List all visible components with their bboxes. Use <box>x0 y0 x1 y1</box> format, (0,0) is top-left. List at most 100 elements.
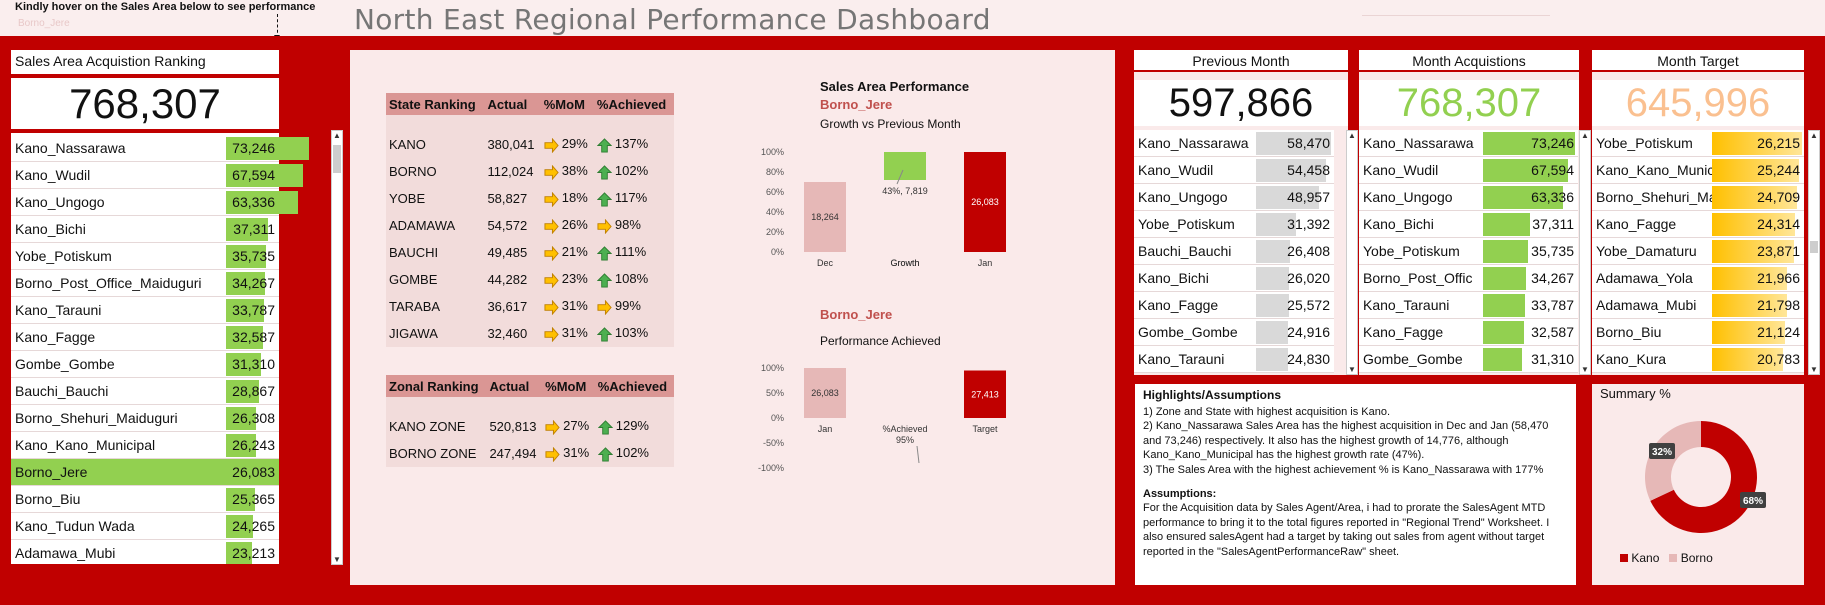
item-bar <box>1483 213 1530 236</box>
arrow-up-icon <box>596 164 612 180</box>
cell-value: 31% <box>563 445 590 461</box>
list-item[interactable]: Kano_Tarauni 24,830 <box>1134 346 1334 373</box>
table-row[interactable]: TARABA 36,617 31% 99% <box>386 293 674 320</box>
item-value: 31,310 <box>1531 351 1574 367</box>
ranking-scrollbar[interactable]: ▲ ▼ <box>331 130 343 565</box>
list-item[interactable]: Adamawa_Yola 21,966 <box>1592 265 1804 292</box>
scroll-down-icon[interactable]: ▼ <box>1580 365 1590 374</box>
data-label: 27,413 <box>971 389 999 399</box>
summary-donut[interactable]: 68% 32% <box>1636 412 1766 542</box>
growth-chart[interactable]: 100% 80% 60% 40% 20% 0% 18,264 Dec 43%, 7,819 Gro… <box>750 130 1050 330</box>
highlights-box: Highlights/Assumptions 1) Zone and State… <box>1135 384 1576 585</box>
list-item[interactable]: Adamawa_Mubi 23,213 <box>11 540 279 567</box>
arrow-right-icon <box>544 326 559 342</box>
list-item[interactable]: Gombe_Gombe 31,310 <box>1359 346 1578 373</box>
table-row[interactable]: KANO ZONE 520,813 27% 129% <box>386 413 674 440</box>
cell-value: BORNO ZONE <box>389 446 477 461</box>
table-row[interactable]: GOMBE 44,282 23% 108% <box>386 266 674 293</box>
list-item[interactable]: Yobe_Potiskum 31,392 <box>1134 211 1334 238</box>
prev-scrollbar[interactable]: ▲ ▼ <box>1346 130 1358 375</box>
item-name: Kano_Bichi <box>15 221 86 237</box>
table-row[interactable]: BAUCHI 49,485 21% 111% <box>386 239 674 266</box>
table-row[interactable]: KANO 380,041 29% 137% <box>386 131 674 158</box>
target-scrollbar[interactable]: ▲ ▼ <box>1808 130 1820 375</box>
column-header: Actual <box>484 93 541 115</box>
list-item[interactable]: Yobe_Damaturu 23,871 <box>1592 238 1804 265</box>
list-item[interactable]: Kano_Kano_Munic 25,244 <box>1592 157 1804 184</box>
list-item[interactable]: Borno_Post_Office_Maiduguri 34,267 <box>11 270 279 297</box>
scroll-thumb[interactable] <box>333 145 341 173</box>
column-header: %Achieved <box>593 93 674 115</box>
table-row[interactable]: BORNO 112,024 38% 102% <box>386 158 674 185</box>
item-bar <box>1483 267 1526 290</box>
item-name: Yobe_Potiskum <box>15 248 112 264</box>
page-title: North East Regional Performance Dashboar… <box>354 3 991 36</box>
arrow-right-icon <box>545 446 560 462</box>
list-item[interactable]: Kano_Bichi 26,020 <box>1134 265 1334 292</box>
slice-borno[interactable] <box>1645 421 1701 501</box>
bar-growth[interactable] <box>884 152 926 180</box>
list-item[interactable]: Kano_Bichi 37,311 <box>1359 211 1578 238</box>
list-item[interactable]: Adamawa_Mubi 21,798 <box>1592 292 1804 319</box>
list-item[interactable]: Kano_Ungogo 63,336 <box>1359 184 1578 211</box>
item-name: Kano_Bichi <box>1138 270 1209 286</box>
achieved-chart[interactable]: 100% 50% 0% -50% -100% 26,083 Jan %Achieved95% 2… <box>750 346 1050 546</box>
list-item[interactable]: Borno_Shehuri_Ma 24,709 <box>1592 184 1804 211</box>
table-row[interactable]: BORNO ZONE 247,494 31% 102% <box>386 440 674 467</box>
list-item[interactable]: Bauchi_Bauchi 28,867 <box>11 378 279 405</box>
scroll-down-icon[interactable]: ▼ <box>1347 365 1357 374</box>
scroll-down-icon[interactable]: ▼ <box>332 555 342 564</box>
column-header: %MoM <box>542 375 595 397</box>
list-item[interactable]: Kano_Nassarawa 73,246 <box>11 135 309 162</box>
list-item[interactable]: Kano_Kano_Municipal 26,243 <box>11 432 279 459</box>
list-item[interactable]: Borno_Jere 26,083 <box>11 459 279 486</box>
list-item[interactable]: Kano_Wudil 67,594 <box>1359 157 1578 184</box>
list-item[interactable]: Kano_Fagge 25,572 <box>1134 292 1334 319</box>
list-item[interactable]: Bauchi_Bauchi 26,408 <box>1134 238 1334 265</box>
list-item[interactable]: Gombe_Gombe 31,310 <box>11 351 279 378</box>
list-item[interactable]: Kano_Kura 20,783 <box>1592 346 1804 373</box>
list-item[interactable]: Borno_Biu 25,365 <box>11 486 279 513</box>
target-total: 645,996 <box>1592 80 1804 126</box>
list-item[interactable]: Kano_Nassarawa 58,470 <box>1134 130 1334 157</box>
scroll-thumb[interactable] <box>1810 241 1818 253</box>
list-item[interactable]: Borno_Shehuri_Maiduguri 26,308 <box>11 405 279 432</box>
list-item[interactable]: Kano_Fagge 32,587 <box>1359 319 1578 346</box>
state-ranking-table: State Ranking Actual %MoM %Achieved KANO 380… <box>386 93 674 347</box>
list-item[interactable]: Kano_Wudil 54,458 <box>1134 157 1334 184</box>
list-item[interactable]: Yobe_Potiskum 26,215 <box>1592 130 1804 157</box>
list-item[interactable]: Borno_Post_Offic 34,267 <box>1359 265 1578 292</box>
cell-value: GOMBE <box>389 272 438 287</box>
list-item[interactable]: Kano_Fagge 24,314 <box>1592 211 1804 238</box>
list-item[interactable]: Kano_Ungogo 48,957 <box>1134 184 1334 211</box>
scroll-up-icon[interactable]: ▲ <box>1809 131 1819 140</box>
scroll-up-icon[interactable]: ▲ <box>332 131 342 140</box>
list-item[interactable]: Yobe_Potiskum 35,735 <box>11 243 279 270</box>
list-item[interactable]: Borno_Biu 21,124 <box>1592 319 1804 346</box>
table-cell: 380,041 <box>484 131 541 158</box>
table-cell: 58,827 <box>484 185 541 212</box>
item-value: 24,830 <box>1287 351 1330 367</box>
list-item[interactable]: Kano_Nassarawa 73,246 <box>1359 130 1578 157</box>
item-name: Kano_Kano_Municipal <box>15 437 156 453</box>
list-item[interactable]: Yobe_Potiskum 35,735 <box>1359 238 1578 265</box>
cell-value: 18% <box>561 190 588 206</box>
list-item[interactable]: Kano_Fagge 32,587 <box>11 324 279 351</box>
acq-scrollbar[interactable]: ▲ ▼ <box>1579 130 1591 375</box>
table-row[interactable]: JIGAWA 32,460 31% 103% <box>386 320 674 347</box>
scroll-up-icon[interactable]: ▲ <box>1580 131 1590 140</box>
scroll-down-icon[interactable]: ▼ <box>1809 365 1819 374</box>
list-item[interactable]: Kano_Tarauni 33,787 <box>1359 292 1578 319</box>
list-item[interactable]: Kano_Tarauni 33,787 <box>11 297 279 324</box>
list-item[interactable]: Kano_Bichi 37,311 <box>11 216 279 243</box>
table-row[interactable]: YOBE 58,827 18% 117% <box>386 185 674 212</box>
table-row[interactable]: ADAMAWA 54,572 26% 98% <box>386 212 674 239</box>
cell-value: 31% <box>561 298 588 314</box>
list-item[interactable]: Gombe_Gombe 24,916 <box>1134 319 1334 346</box>
list-item[interactable]: Kano_Tudun Wada 24,265 <box>11 513 279 540</box>
scroll-up-icon[interactable]: ▲ <box>1347 131 1357 140</box>
list-item[interactable]: Kano_Wudil 67,594 <box>11 162 303 189</box>
cell-value: 380,041 <box>487 137 535 152</box>
item-name: Kano_Tudun Wada <box>15 518 135 534</box>
list-item[interactable]: Kano_Ungogo 63,336 <box>11 189 298 216</box>
